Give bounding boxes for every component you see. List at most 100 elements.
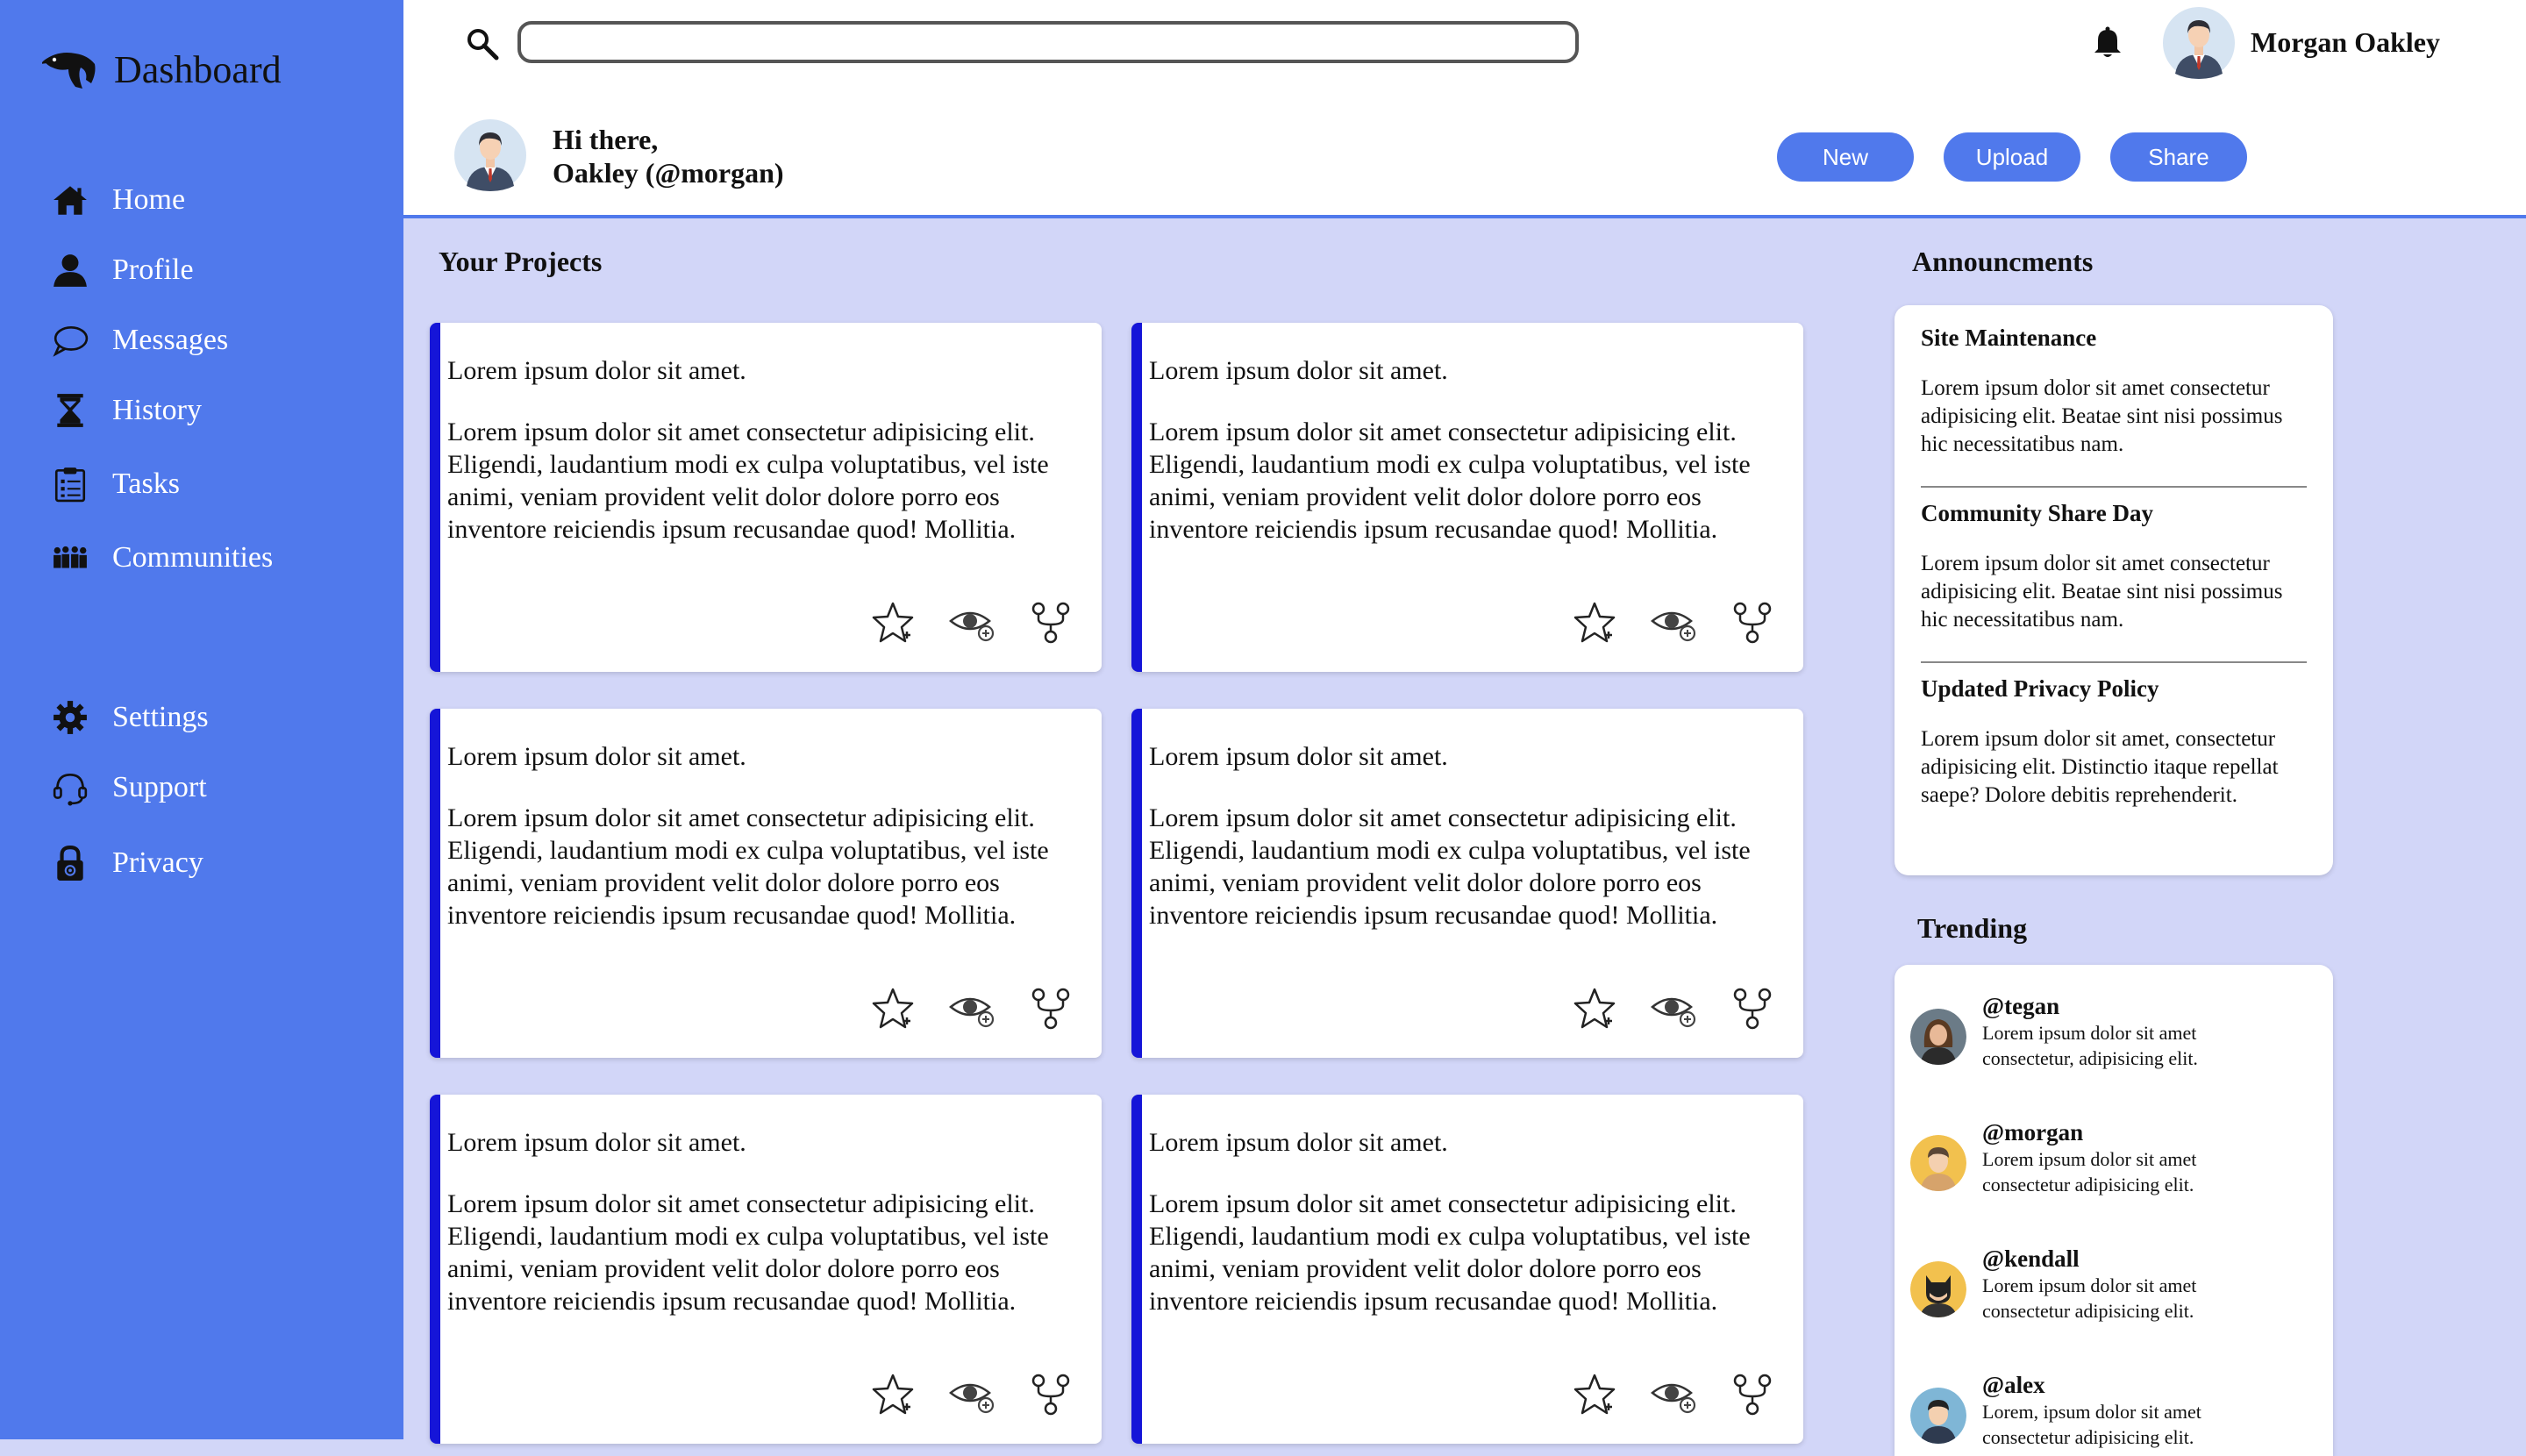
project-card[interactable]: Lorem ipsum dolor sit amet. Lorem ipsum d… [430, 709, 1102, 1058]
sidebar-item-settings[interactable]: Settings [51, 698, 209, 737]
project-title: Lorem ipsum dolor sit amet. [1149, 742, 1448, 771]
upload-button[interactable]: Upload [1944, 132, 2080, 182]
user-name[interactable]: Morgan Oakley [2251, 26, 2440, 59]
watch-icon[interactable] [949, 986, 995, 1031]
star-add-icon[interactable] [1572, 986, 1617, 1031]
star-add-icon[interactable] [870, 1372, 916, 1417]
project-title: Lorem ipsum dolor sit amet. [1149, 1128, 1448, 1157]
fork-icon[interactable] [1730, 986, 1775, 1031]
fork-icon[interactable] [1028, 1372, 1074, 1417]
search-input[interactable] [517, 21, 1579, 63]
project-description: Lorem ipsum dolor sit amet consectetur a… [447, 803, 1049, 930]
announcement-item[interactable]: Site Maintenance Lorem ipsum dolor sit a… [1921, 325, 2307, 459]
chat-bubble-icon [51, 321, 89, 360]
watch-icon[interactable] [1651, 1372, 1696, 1417]
search-icon[interactable] [465, 26, 500, 61]
star-add-icon[interactable] [1572, 1372, 1617, 1417]
sidebar-item-label: Home [112, 183, 186, 216]
announcement-item[interactable]: Updated Privacy Policy Lorem ipsum dolor… [1921, 675, 2307, 810]
sidebar-item-label: Privacy [112, 846, 203, 879]
avatar [1910, 1388, 1966, 1444]
sidebar-item-label: History [112, 394, 202, 426]
sidebar-item-label: Profile [112, 253, 194, 286]
announcement-text: Lorem ipsum dolor sit amet, consectetur … [1921, 727, 2279, 807]
sidebar-item-profile[interactable]: Profile [51, 251, 194, 289]
star-add-icon[interactable] [1572, 600, 1617, 646]
fork-icon[interactable] [1730, 600, 1775, 646]
project-title: Lorem ipsum dolor sit amet. [447, 356, 746, 385]
sidebar-item-label: Settings [112, 701, 209, 733]
sidebar-item-home[interactable]: Home [51, 181, 185, 219]
trending-item[interactable]: @morgan Lorem ipsum dolor sit amet conse… [1910, 1119, 2245, 1197]
watch-icon[interactable] [1651, 600, 1696, 646]
lock-icon [51, 844, 89, 882]
headset-icon [51, 768, 89, 807]
trending-item[interactable]: @tegan Lorem ipsum dolor sit amet consec… [1910, 993, 2245, 1071]
project-title: Lorem ipsum dolor sit amet. [1149, 356, 1448, 385]
trending-user: @alex [1982, 1372, 2045, 1398]
people-group-icon [51, 539, 89, 577]
project-description: Lorem ipsum dolor sit amet consectetur a… [1149, 1189, 1751, 1316]
announcement-heading: Community Share Day [1921, 500, 2154, 526]
user-avatar[interactable] [2163, 7, 2235, 79]
project-actions [1572, 600, 1775, 646]
announcement-text: Lorem ipsum dolor sit amet consectetur a… [1921, 376, 2283, 456]
sidebar-item-messages[interactable]: Messages [51, 321, 228, 360]
fork-icon[interactable] [1028, 600, 1074, 646]
project-description: Lorem ipsum dolor sit amet consectetur a… [447, 1189, 1049, 1316]
sidebar: Dashboard Home Profile Messages History … [0, 0, 403, 1439]
project-card[interactable]: Lorem ipsum dolor sit amet. Lorem ipsum d… [1131, 709, 1803, 1058]
project-card[interactable]: Lorem ipsum dolor sit amet. Lorem ipsum d… [1131, 323, 1803, 672]
divider [1921, 486, 2307, 488]
sidebar-item-support[interactable]: Support [51, 768, 207, 807]
project-card[interactable]: Lorem ipsum dolor sit amet. Lorem ipsum d… [430, 323, 1102, 672]
project-title: Lorem ipsum dolor sit amet. [447, 1128, 746, 1157]
brand-title: Dashboard [114, 48, 282, 91]
project-card[interactable]: Lorem ipsum dolor sit amet. Lorem ipsum d… [430, 1095, 1102, 1444]
greeting-handle: Oakley (@morgan) [553, 157, 784, 189]
avatar [1910, 1135, 1966, 1191]
trending-panel: @tegan Lorem ipsum dolor sit amet consec… [1894, 965, 2333, 1456]
project-description: Lorem ipsum dolor sit amet consectetur a… [1149, 418, 1751, 544]
trending-user: @morgan [1982, 1119, 2084, 1146]
star-add-icon[interactable] [870, 986, 916, 1031]
announcement-heading: Site Maintenance [1921, 325, 2097, 351]
sidebar-item-tasks[interactable]: Tasks [51, 465, 180, 503]
project-description: Lorem ipsum dolor sit amet consectetur a… [447, 418, 1049, 544]
avatar [1910, 1261, 1966, 1317]
section-title-announcements: Announcments [1912, 246, 2094, 277]
project-title: Lorem ipsum dolor sit amet. [447, 742, 746, 771]
share-button[interactable]: Share [2110, 132, 2247, 182]
trending-item[interactable]: @kendall Lorem ipsum dolor sit amet cons… [1910, 1245, 2245, 1324]
trending-text: Lorem, ipsum dolor sit amet consectetur … [1982, 1401, 2201, 1448]
new-button[interactable]: New [1777, 132, 1914, 182]
watch-icon[interactable] [949, 1372, 995, 1417]
clipboard-icon [51, 465, 89, 503]
watch-icon[interactable] [1651, 986, 1696, 1031]
trending-item[interactable]: @alex Lorem, ipsum dolor sit amet consec… [1910, 1372, 2245, 1450]
trending-text: Lorem ipsum dolor sit amet consectetur a… [1982, 1274, 2197, 1322]
announcements-panel: Site Maintenance Lorem ipsum dolor sit a… [1894, 305, 2333, 875]
greeting-line: Hi there, [553, 124, 659, 155]
project-card[interactable]: Lorem ipsum dolor sit amet. Lorem ipsum d… [1131, 1095, 1803, 1444]
announcement-item[interactable]: Community Share Day Lorem ipsum dolor si… [1921, 500, 2307, 634]
trending-text: Lorem ipsum dolor sit amet consectetur a… [1982, 1148, 2197, 1195]
trending-user: @tegan [1982, 993, 2060, 1019]
divider [1921, 661, 2307, 663]
gear-icon [51, 698, 89, 737]
fork-icon[interactable] [1028, 986, 1074, 1031]
sidebar-item-label: Support [112, 771, 207, 803]
watch-icon[interactable] [949, 600, 995, 646]
project-actions [870, 1372, 1074, 1417]
bell-icon[interactable] [2093, 26, 2123, 60]
sidebar-item-label: Tasks [112, 467, 180, 500]
home-icon [51, 181, 89, 219]
sidebar-item-communities[interactable]: Communities [51, 539, 273, 577]
project-actions [1572, 986, 1775, 1031]
brand[interactable]: Dashboard [42, 47, 282, 92]
sidebar-item-privacy[interactable]: Privacy [51, 844, 203, 882]
fork-icon[interactable] [1730, 1372, 1775, 1417]
trending-text: Lorem ipsum dolor sit amet consectetur, … [1982, 1022, 2198, 1069]
star-add-icon[interactable] [870, 600, 916, 646]
sidebar-item-history[interactable]: History [51, 391, 202, 430]
